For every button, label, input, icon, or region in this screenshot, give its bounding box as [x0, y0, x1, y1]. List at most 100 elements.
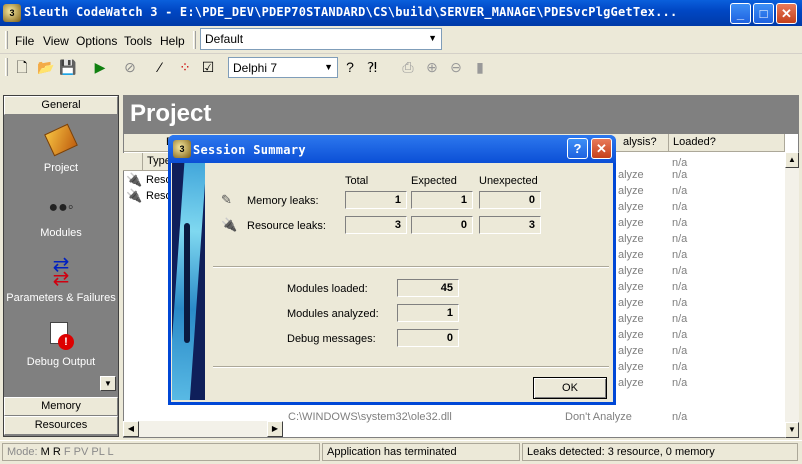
- analysis-cell: alyze: [618, 233, 644, 245]
- project-book-icon: [44, 123, 78, 157]
- sidebar-item-modules[interactable]: ●●◦ Modules: [4, 193, 118, 239]
- status-bar: Mode: M R F PV PL L Application has term…: [0, 440, 802, 464]
- vertical-scrollbar[interactable]: ▲ ▼: [785, 152, 799, 438]
- help-icon[interactable]: ?: [340, 57, 360, 77]
- leak-row-icon: 🔌: [126, 188, 143, 203]
- dialog-body: Total Expected Unexpected ✎ Memory leaks…: [171, 163, 613, 402]
- analysis-cell: alyze: [618, 201, 644, 213]
- status-leaks: Leaks detected: 3 resource, 0 memory: [522, 443, 798, 461]
- analysis-cell: alyze: [618, 169, 644, 181]
- memory-leak-icon: ✎: [221, 192, 232, 207]
- open-icon[interactable]: 📂: [36, 57, 56, 77]
- menu-options[interactable]: Options: [76, 34, 117, 48]
- sidebar-tab-memory[interactable]: Memory: [4, 397, 118, 416]
- dialog-close-button[interactable]: ✕: [591, 138, 612, 159]
- modules-analyzed-value: 1: [397, 304, 459, 322]
- memory-leaks-total: 1: [345, 191, 407, 209]
- close-button[interactable]: ✕: [776, 3, 797, 24]
- scroll-right-button[interactable]: ▶: [267, 421, 283, 437]
- sidebar-tab-general[interactable]: General: [4, 96, 118, 115]
- scroll-down-button[interactable]: ▼: [785, 422, 799, 438]
- menu-tools[interactable]: Tools: [124, 34, 152, 48]
- save-icon[interactable]: 💾: [58, 57, 78, 77]
- dialog-title-bar[interactable]: 3 Session Summary ? ✕: [168, 135, 616, 163]
- memory-leaks-unexpected: 0: [479, 191, 541, 209]
- loaded-cell: n/a: [672, 249, 688, 261]
- compiler-select[interactable]: Delphi 7 ▼: [228, 57, 338, 78]
- arrows-icon: ⇄ ⇄: [52, 254, 70, 290]
- header-expected: Expected: [411, 175, 457, 187]
- zoom-out-icon[interactable]: ⊖: [446, 57, 466, 77]
- scroll-left-button[interactable]: ◀: [123, 421, 139, 437]
- header-unexpected: Unexpected: [479, 175, 538, 187]
- checklist-icon[interactable]: ☑: [198, 57, 218, 77]
- context-help-icon[interactable]: ⁈: [362, 57, 382, 77]
- sidebar-item-label: Debug Output: [26, 356, 96, 368]
- zoom-in-icon[interactable]: ⊕: [422, 57, 442, 77]
- memory-leaks-expected: 1: [411, 191, 473, 209]
- resource-leaks-expected: 0: [411, 216, 473, 234]
- loaded-cell: n/a: [672, 169, 688, 181]
- sidebar-item-parameters-failures[interactable]: ⇄ ⇄ Parameters & Failures: [4, 254, 118, 304]
- status-mode-active: M R: [40, 446, 61, 458]
- sidebar-item-debug-output[interactable]: ! Debug Output: [4, 322, 118, 368]
- resource-leaks-unexpected: 3: [479, 216, 541, 234]
- analysis-cell: alyze: [618, 185, 644, 197]
- menu-file[interactable]: File: [15, 34, 34, 48]
- column-header-label: Loaded?: [673, 136, 716, 148]
- profile-select[interactable]: Default ▼: [200, 28, 442, 50]
- loaded-cell: n/a: [672, 157, 688, 169]
- scroll-up-button[interactable]: ▲: [785, 152, 799, 168]
- menu-grip[interactable]: [5, 31, 8, 49]
- loaded-cell: n/a: [672, 201, 688, 213]
- window-title: Sleuth CodeWatch 3 - E:\PDE_DEV\PDEP70ST…: [24, 5, 678, 19]
- menu-help[interactable]: Help: [160, 34, 185, 48]
- last-row-loaded: n/a: [672, 411, 688, 423]
- toolbar-grip-left[interactable]: [5, 58, 8, 76]
- column-header-loaded[interactable]: Loaded?: [669, 134, 785, 152]
- sidebar-tab-resources[interactable]: Resources: [4, 416, 118, 435]
- horizontal-scrollbar[interactable]: ◀ ▶: [123, 421, 283, 437]
- minimize-button[interactable]: _: [730, 3, 751, 24]
- status-mode-label: Mode:: [7, 446, 38, 458]
- sidebar-scroll-down-button[interactable]: ▼: [100, 376, 116, 391]
- column-header-analysis[interactable]: alysis?: [619, 134, 669, 152]
- ok-button[interactable]: OK: [533, 377, 607, 399]
- wand-icon[interactable]: ⁄: [150, 57, 170, 77]
- column-header-label: alysis?: [623, 136, 657, 148]
- page-icon[interactable]: ▮: [470, 57, 490, 77]
- loaded-cell: n/a: [672, 233, 688, 245]
- modules-analyzed-label: Modules analyzed:: [287, 308, 379, 320]
- sidebar-item-project[interactable]: Project: [4, 123, 118, 174]
- analysis-cell: alyze: [618, 377, 644, 389]
- divider: [213, 366, 609, 368]
- loaded-cell: n/a: [672, 329, 688, 341]
- debug-messages-value: 0: [397, 329, 459, 347]
- chevron-down-icon: ▼: [428, 33, 437, 43]
- menu-view[interactable]: View: [43, 34, 69, 48]
- title-bar[interactable]: 3 Sleuth CodeWatch 3 - E:\PDE_DEV\PDEP70…: [0, 0, 802, 26]
- status-mode-inactive: F PV PL L: [63, 446, 114, 458]
- dots-icon[interactable]: ⁘: [175, 57, 195, 77]
- loaded-cell: n/a: [672, 265, 688, 277]
- divider: [213, 266, 609, 268]
- app-icon: 3: [3, 4, 21, 22]
- run-icon[interactable]: ▶: [90, 57, 110, 77]
- last-row-path[interactable]: C:\WINDOWS\system32\ole32.dll: [288, 411, 452, 423]
- analysis-cell: alyze: [618, 329, 644, 341]
- maximize-button[interactable]: □: [753, 3, 774, 24]
- analysis-cell: alyze: [618, 345, 644, 357]
- modules-loaded-value: 45: [397, 279, 459, 297]
- debug-output-icon: !: [44, 322, 78, 352]
- toolbar-grip[interactable]: [193, 31, 196, 49]
- loaded-cell: n/a: [672, 185, 688, 197]
- dialog-help-button[interactable]: ?: [567, 138, 588, 159]
- loaded-cell: n/a: [672, 345, 688, 357]
- print-icon[interactable]: ⎙: [398, 57, 418, 77]
- modules-loaded-label: Modules loaded:: [287, 283, 368, 295]
- analysis-cell: alyze: [618, 217, 644, 229]
- sidebar: General Project ●●◦ Modules ⇄ ⇄ Parameter…: [3, 95, 119, 437]
- loaded-cell: n/a: [672, 281, 688, 293]
- new-icon[interactable]: 🗋: [12, 57, 32, 77]
- stop-icon[interactable]: ⊘: [120, 57, 140, 77]
